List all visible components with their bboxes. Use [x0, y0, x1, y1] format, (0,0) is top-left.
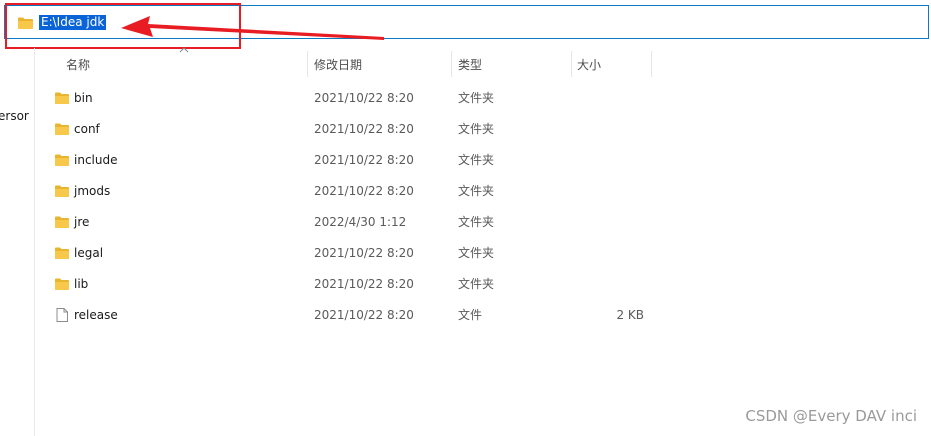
file-date: 2021/10/22 8:20	[314, 184, 414, 198]
column-separator[interactable]	[651, 51, 652, 77]
file-row[interactable]: jre 2022/4/30 1:12 文件夹	[48, 209, 658, 235]
file-date: 2021/10/22 8:20	[314, 122, 414, 136]
sort-ascending-icon	[179, 47, 189, 53]
column-header-size[interactable]: 大小	[577, 56, 601, 73]
file-type: 文件夹	[458, 246, 495, 260]
file-row[interactable]: conf 2021/10/22 8:20 文件夹	[48, 116, 658, 142]
file-row[interactable]: legal 2021/10/22 8:20 文件夹	[48, 240, 658, 266]
file-name: include	[74, 153, 118, 167]
folder-icon	[55, 123, 69, 135]
file-type: 文件夹	[458, 153, 495, 167]
file-row[interactable]: bin 2021/10/22 8:20 文件夹	[48, 85, 658, 111]
folder-icon	[55, 278, 69, 290]
file-size: 2 KB	[616, 308, 644, 322]
file-name: bin	[74, 91, 93, 105]
file-icon	[56, 308, 68, 322]
column-separator[interactable]	[571, 51, 572, 77]
folder-icon	[55, 216, 69, 228]
file-name: jre	[74, 215, 90, 229]
nav-item-label[interactable]: ersor	[0, 109, 29, 123]
file-type: 文件夹	[458, 91, 495, 105]
file-date: 2021/10/22 8:20	[314, 308, 414, 322]
folder-icon	[55, 154, 69, 166]
file-name: lib	[74, 277, 89, 291]
file-name: jmods	[74, 184, 111, 198]
watermark: CSDN @Every DAV inci	[745, 407, 917, 425]
column-separator[interactable]	[307, 51, 308, 77]
file-row[interactable]: jmods 2021/10/22 8:20 文件夹	[48, 178, 658, 204]
file-row[interactable]: lib 2021/10/22 8:20 文件夹	[48, 271, 658, 297]
file-date: 2021/10/22 8:20	[314, 91, 414, 105]
column-header-type[interactable]: 类型	[458, 56, 482, 73]
nav-pane-divider[interactable]	[34, 48, 35, 436]
folder-icon	[55, 247, 69, 259]
file-type: 文件	[458, 308, 483, 322]
file-type: 文件夹	[458, 277, 495, 291]
folder-icon	[55, 185, 69, 197]
column-separator[interactable]	[451, 51, 452, 77]
file-date: 2022/4/30 1:12	[314, 215, 407, 229]
column-header-date[interactable]: 修改日期	[314, 56, 362, 73]
file-type: 文件夹	[458, 215, 495, 229]
file-name: legal	[74, 246, 104, 260]
file-date: 2021/10/22 8:20	[314, 277, 414, 291]
folder-icon	[55, 92, 69, 104]
annotation-highlight-box	[5, 3, 241, 49]
file-row[interactable]: include 2021/10/22 8:20 文件夹	[48, 147, 658, 173]
file-row[interactable]: release 2021/10/22 8:20 文件 2 KB	[48, 302, 658, 328]
file-type: 文件夹	[458, 184, 495, 198]
file-date: 2021/10/22 8:20	[314, 246, 414, 260]
column-header-name[interactable]: 名称	[66, 56, 90, 73]
file-date: 2021/10/22 8:20	[314, 153, 414, 167]
file-type: 文件夹	[458, 122, 495, 136]
file-name: release	[74, 308, 118, 322]
file-name: conf	[74, 122, 100, 136]
